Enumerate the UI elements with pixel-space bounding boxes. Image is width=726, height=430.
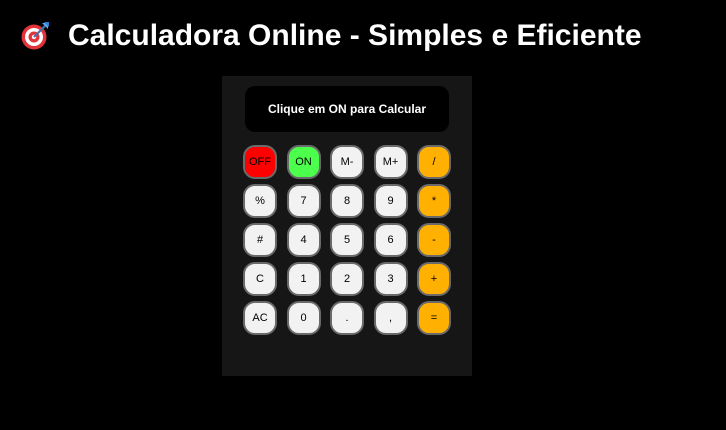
all-clear-button[interactable]: AC [243, 301, 277, 335]
digit-5-button[interactable]: 5 [330, 223, 364, 257]
page-header: Calculadora Online - Simples e Eficiente [20, 16, 642, 56]
equals-button[interactable]: = [417, 301, 451, 335]
multiply-button[interactable]: * [417, 184, 451, 218]
keypad: OFF ON M- M+ / % 7 8 9 * # 4 5 6 - C 1 2… [243, 145, 451, 335]
on-button[interactable]: ON [286, 145, 321, 179]
clear-button[interactable]: C [243, 262, 277, 296]
memory-plus-button[interactable]: M+ [373, 145, 408, 179]
digit-2-button[interactable]: 2 [330, 262, 364, 296]
hash-button[interactable]: # [243, 223, 277, 257]
calculator: Clique em ON para Calcular OFF ON M- M+ … [222, 76, 472, 376]
digit-1-button[interactable]: 1 [286, 262, 321, 296]
add-button[interactable]: + [417, 262, 451, 296]
digit-9-button[interactable]: 9 [373, 184, 408, 218]
digit-3-button[interactable]: 3 [373, 262, 408, 296]
memory-minus-button[interactable]: M- [330, 145, 364, 179]
dart-target-icon [20, 21, 50, 51]
digit-6-button[interactable]: 6 [373, 223, 408, 257]
digit-8-button[interactable]: 8 [330, 184, 364, 218]
percent-button[interactable]: % [243, 184, 277, 218]
off-button[interactable]: OFF [243, 145, 277, 179]
decimal-point-button[interactable]: . [330, 301, 364, 335]
digit-0-button[interactable]: 0 [286, 301, 321, 335]
digit-7-button[interactable]: 7 [286, 184, 321, 218]
calculator-display: Clique em ON para Calcular [245, 86, 449, 132]
digit-4-button[interactable]: 4 [286, 223, 321, 257]
comma-button[interactable]: , [373, 301, 408, 335]
page-title: Calculadora Online - Simples e Eficiente [68, 19, 642, 52]
subtract-button[interactable]: - [417, 223, 451, 257]
divide-button[interactable]: / [417, 145, 451, 179]
